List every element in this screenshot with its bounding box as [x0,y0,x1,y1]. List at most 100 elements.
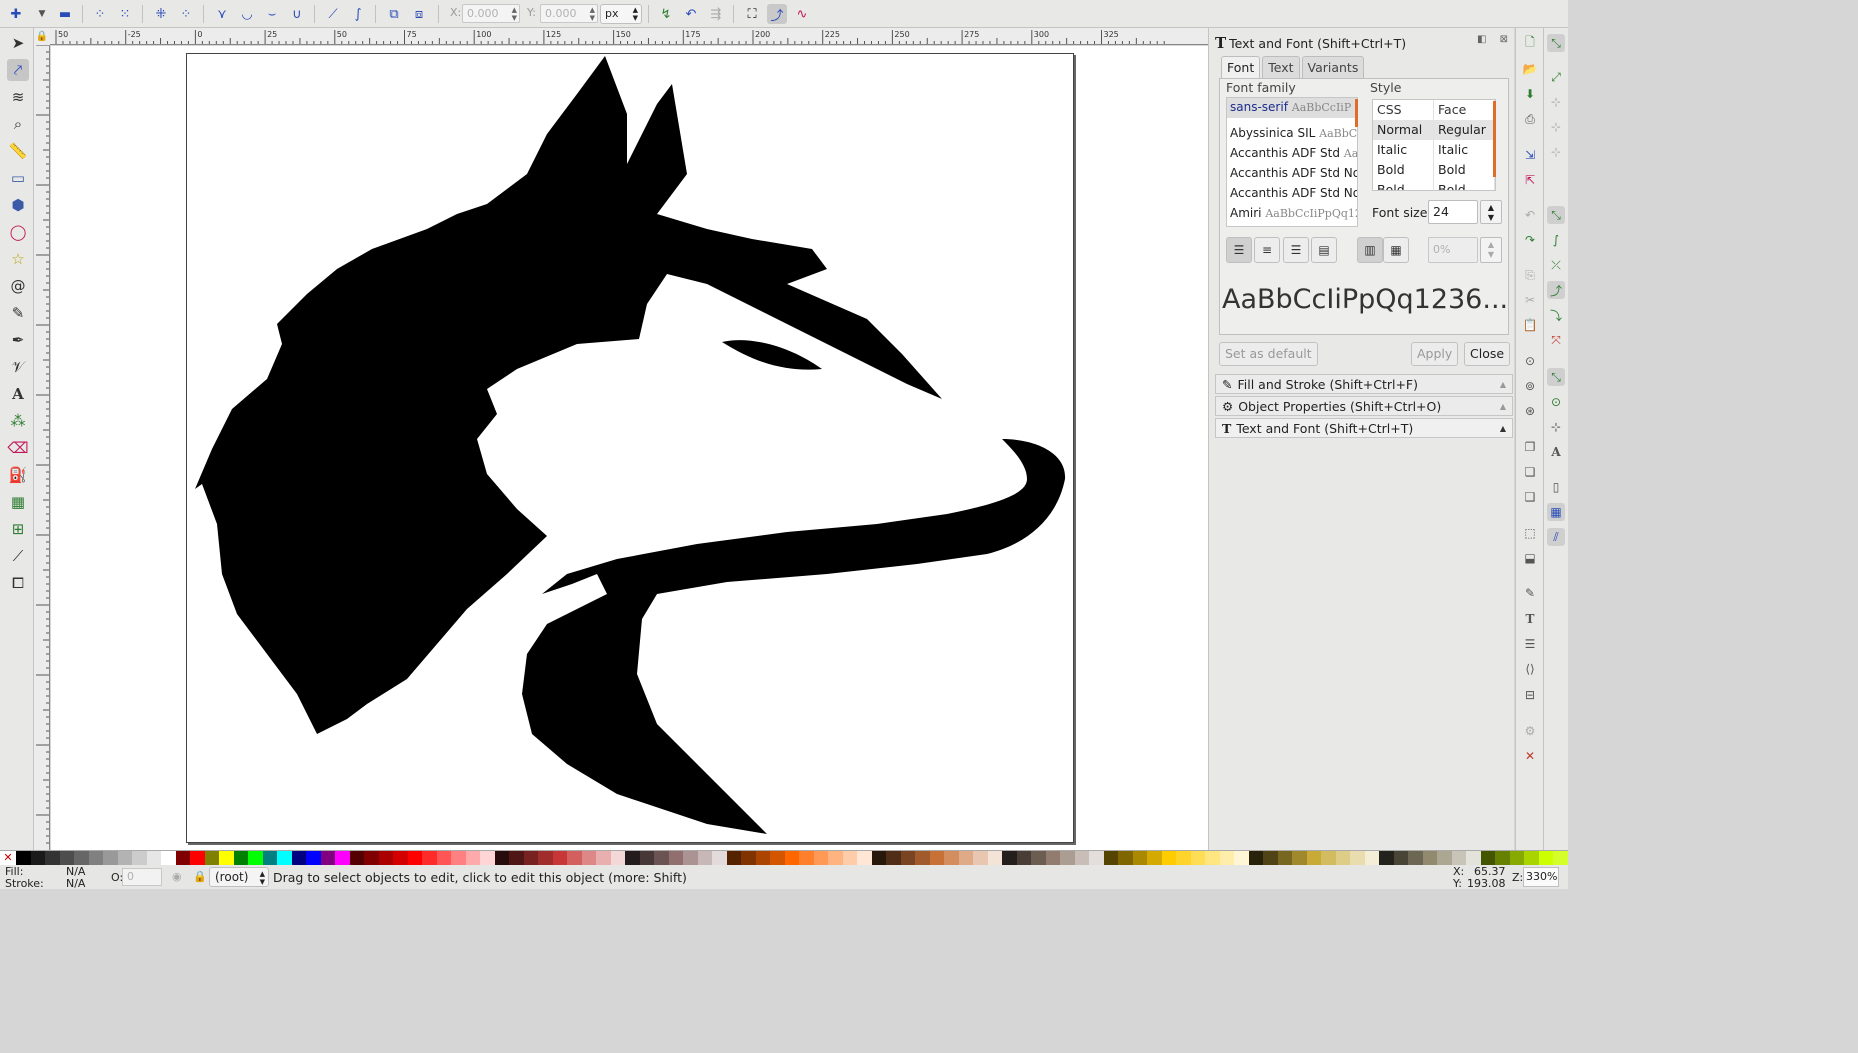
line-spacing-field[interactable]: 0% [1428,237,1478,263]
save-document-icon[interactable]: ⬇ [1521,85,1539,103]
export-icon[interactable]: ⇱ [1521,171,1539,189]
color-swatch[interactable] [683,851,698,865]
color-swatch[interactable] [828,851,843,865]
color-swatch[interactable] [103,851,118,865]
color-swatch[interactable] [1495,851,1510,865]
join-segment-icon[interactable]: ⁜ [151,4,171,24]
lock-guides-icon[interactable]: 🔒 [34,28,50,45]
node-smooth-icon[interactable]: ◡ [237,4,257,24]
set-as-default-button[interactable]: Set as default [1219,342,1318,366]
color-swatch[interactable] [1161,851,1176,865]
color-swatch[interactable] [596,851,611,865]
text-font-dialog-icon[interactable]: T [1521,610,1539,628]
font-size-spin-icon[interactable]: ▲ ▼ [1480,200,1502,224]
color-swatch[interactable] [1480,851,1495,865]
font-row[interactable]: Accanthis ADF Std No3 [1227,184,1357,204]
color-swatch[interactable] [320,851,335,865]
color-swatch[interactable] [219,851,234,865]
segment-curve-icon[interactable]: ∫ [348,4,368,24]
color-swatch[interactable] [88,851,103,865]
color-swatch[interactable] [1060,851,1075,865]
color-swatch[interactable] [1031,851,1046,865]
color-swatch[interactable] [726,851,741,865]
snap-cusp-nodes-icon[interactable]: ⤴ [1547,281,1565,299]
snap-nodes-icon[interactable]: ⤡ [1547,206,1565,224]
color-swatch[interactable] [1422,851,1437,865]
color-swatch[interactable] [654,851,669,865]
unlink-clone-icon[interactable]: ❑ [1521,488,1539,506]
color-swatch[interactable] [842,851,857,865]
color-swatch[interactable] [987,851,1002,865]
color-swatch[interactable] [117,851,132,865]
apply-button[interactable]: Apply [1411,342,1459,366]
delete-node-icon[interactable]: ▬ [55,4,75,24]
color-swatch[interactable] [1089,851,1104,865]
color-swatch[interactable] [1553,851,1568,865]
insert-node-dropdown-icon[interactable]: ▼ [32,4,52,24]
style-row[interactable]: Italic Italic [1373,140,1495,160]
snap-page-border-icon[interactable]: ▯ [1547,478,1565,496]
ungroup-icon[interactable]: ⬓ [1521,549,1539,567]
color-swatch[interactable] [1379,851,1394,865]
lock-layer-icon[interactable]: 🔒 [193,870,207,883]
color-swatch[interactable] [973,851,988,865]
segment-line-icon[interactable]: ⟋ [323,4,343,24]
text-tool-icon[interactable]: A [7,383,29,405]
snap-paths-icon[interactable]: ∫ [1547,231,1565,249]
color-swatch[interactable] [262,851,277,865]
color-swatch[interactable] [248,851,263,865]
zoom-field[interactable]: 330% [1523,867,1559,887]
color-swatch[interactable] [291,851,306,865]
color-swatch[interactable] [857,851,872,865]
color-swatch[interactable] [45,851,60,865]
paint-bucket-tool-icon[interactable]: ⛽ [7,464,29,486]
gradient-tool-icon[interactable]: ▦ [7,491,29,513]
import-icon[interactable]: ⇲ [1521,146,1539,164]
join-nodes-icon[interactable]: ⁘ [90,4,110,24]
zoom-page-icon[interactable]: ⊛ [1521,402,1539,420]
spray-tool-icon[interactable]: ⁂ [7,410,29,432]
connector-tool-icon[interactable]: ⧠ [7,572,29,594]
color-swatch[interactable] [30,851,45,865]
color-swatch[interactable] [1176,851,1191,865]
color-swatch[interactable] [335,851,350,865]
style-row[interactable]: Bold ItalicBold Italic [1373,180,1495,190]
color-swatch[interactable] [900,851,915,865]
color-swatch[interactable] [59,851,74,865]
color-swatch[interactable] [349,851,364,865]
undo-icon[interactable]: ↶ [1521,206,1539,224]
layer-select[interactable]: (root) ▲ ▼ [209,867,269,887]
align-justify-button[interactable]: ▤ [1311,237,1337,263]
color-swatch[interactable] [16,851,31,865]
show-outline-icon[interactable]: ∿ [792,4,812,24]
snap-bbox-icon[interactable]: ⤢ [1547,68,1565,86]
color-swatch[interactable] [784,851,799,865]
xml-editor-icon[interactable]: ⟨⟩ [1521,660,1539,678]
snap-text-baseline-icon[interactable]: A [1547,443,1565,461]
color-swatch[interactable] [1190,851,1205,865]
color-swatch[interactable] [1292,851,1307,865]
vertical-text-button[interactable]: ▦ [1383,237,1409,263]
fill-stroke-panel-header[interactable]: ✎ Fill and Stroke (Shift+Ctrl+F) ▲ [1215,374,1513,394]
color-swatch[interactable] [190,851,205,865]
paste-icon[interactable]: 📋 [1521,316,1539,334]
snap-bbox-edges-icon[interactable]: ⊹ [1547,93,1565,111]
color-swatch[interactable] [625,851,640,865]
spiral-tool-icon[interactable]: @ [7,275,29,297]
color-swatch[interactable] [755,851,770,865]
color-swatch[interactable] [1509,851,1524,865]
color-swatch[interactable] [770,851,785,865]
color-swatch[interactable] [813,851,828,865]
color-swatch[interactable] [523,851,538,865]
unit-select[interactable]: px ▲ ▼ [600,4,642,24]
color-swatch[interactable] [1205,851,1220,865]
color-swatch[interactable] [1451,851,1466,865]
stroke-to-path-icon[interactable]: ⧈ [409,4,429,24]
snap-intersections-icon[interactable]: ⤫ [1547,256,1565,274]
color-swatch[interactable] [1277,851,1292,865]
color-swatch[interactable] [422,851,437,865]
font-row[interactable]: sans-serif AaBbCcIiP [1227,98,1357,118]
horizontal-text-button[interactable]: ▥ [1357,237,1383,263]
color-swatch[interactable] [1074,851,1089,865]
snap-bbox-corners-icon[interactable]: ⊹ [1547,118,1565,136]
